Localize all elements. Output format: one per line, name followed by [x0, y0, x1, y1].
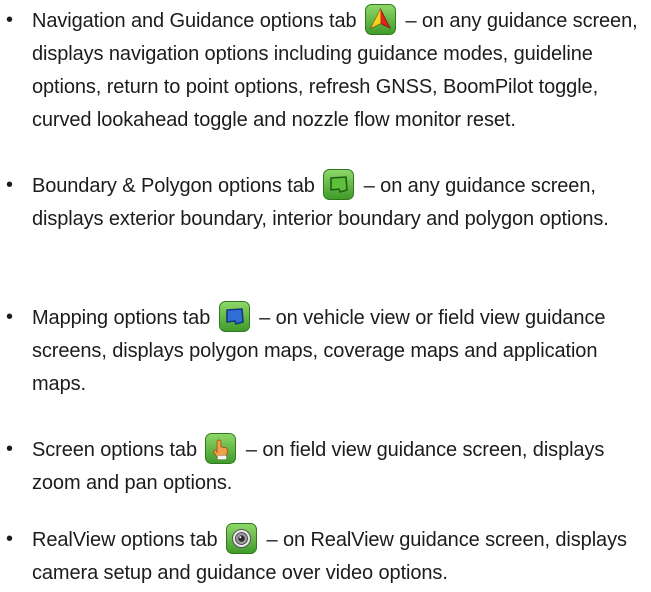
- camera-lens-icon: [226, 523, 257, 554]
- navigation-arrow-icon: [364, 4, 396, 35]
- item-lead: Mapping options tab: [32, 307, 211, 329]
- item-lead: Navigation and Guidance options tab: [32, 10, 357, 32]
- hand-pointer-icon: [205, 433, 237, 464]
- item-lead: Screen options tab: [32, 439, 197, 461]
- list-item-text: RealView options tab – on RealView guida…: [32, 523, 647, 590]
- boundary-polygon-icon: [323, 169, 355, 200]
- list-item-text: Boundary & Polygon options tab – on any …: [32, 169, 647, 236]
- mapping-icon: [218, 301, 250, 332]
- bullet: •: [6, 9, 14, 31]
- item-lead: RealView options tab: [32, 529, 218, 551]
- list-item-text: Navigation and Guidance options tab – on…: [32, 4, 647, 137]
- bullet: •: [6, 528, 14, 550]
- list-item-text: Screen options tab – on field view guida…: [32, 433, 647, 500]
- bullet: •: [6, 438, 14, 460]
- bullet: •: [6, 306, 14, 328]
- item-lead: Boundary & Polygon options tab: [32, 175, 315, 197]
- bullet: •: [6, 174, 14, 196]
- list-item-text: Mapping options tab – on vehicle view or…: [32, 301, 647, 401]
